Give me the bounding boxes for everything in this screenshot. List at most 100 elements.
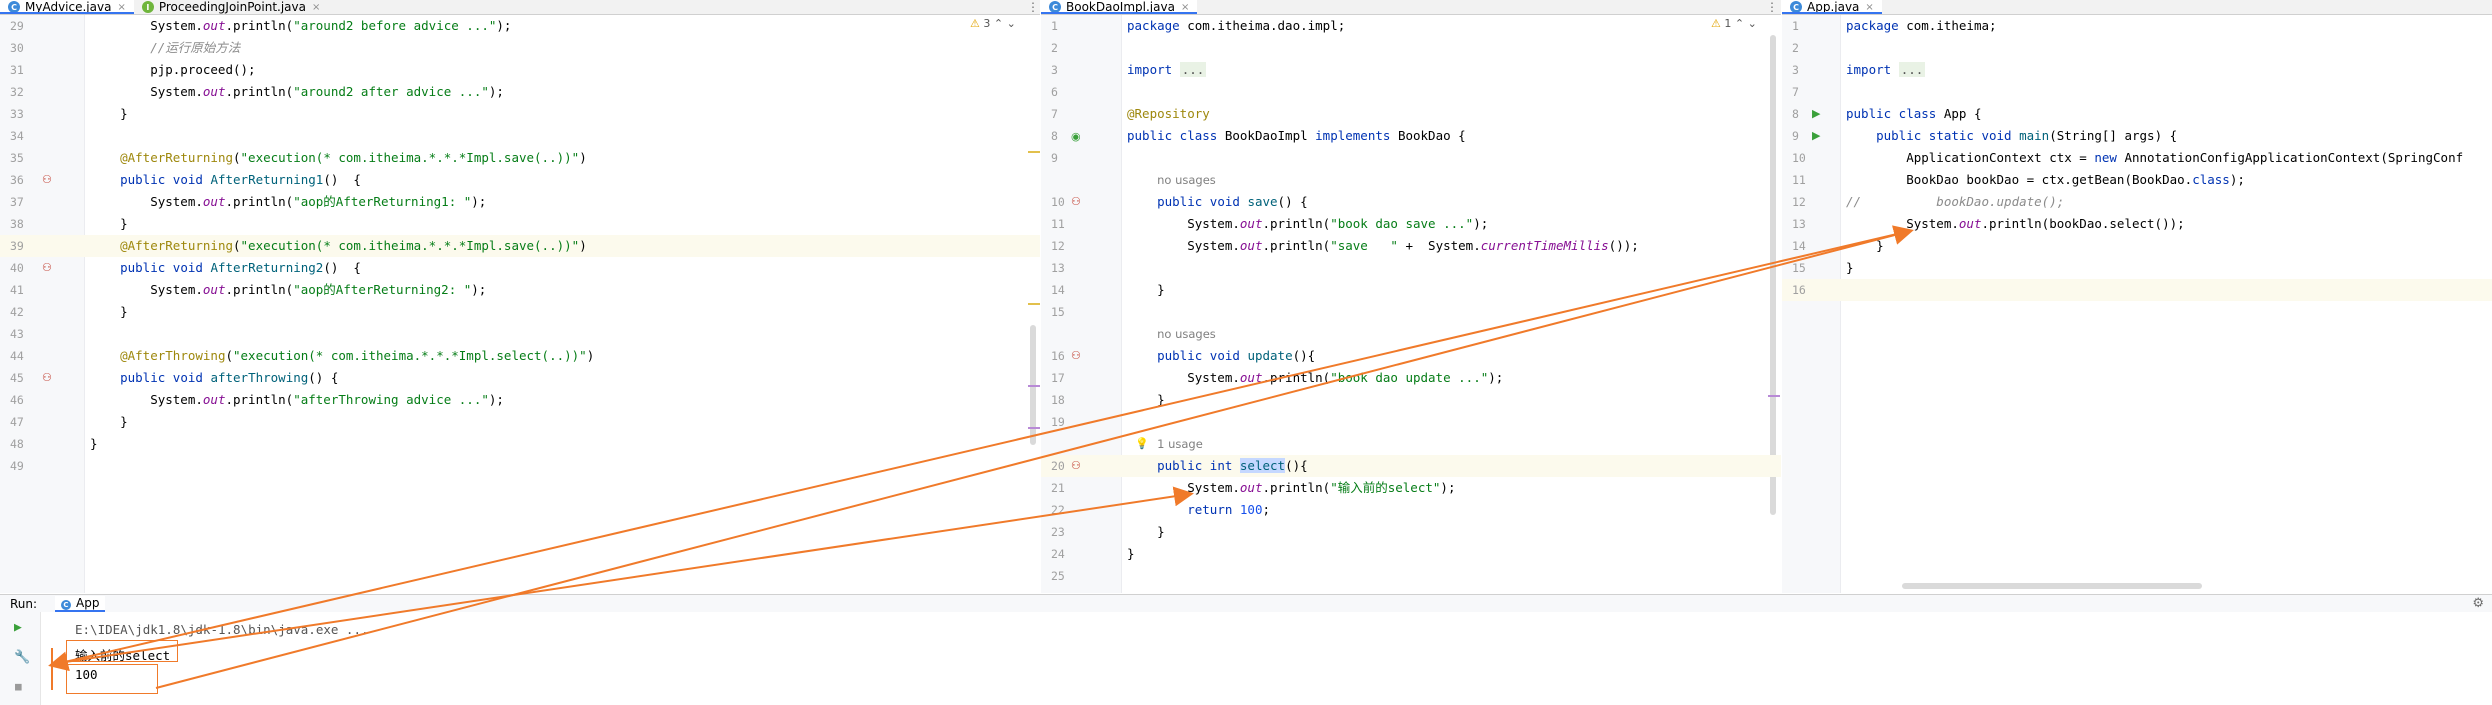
code-line[interactable]: no usages xyxy=(1041,169,1781,191)
line-number: 43 xyxy=(10,327,24,341)
code-line[interactable]: 10 public void save() { xyxy=(1041,191,1781,213)
code-line[interactable]: 17 System.out.println("book dao update .… xyxy=(1041,367,1781,389)
aop-advice-icon[interactable]: ⚇ xyxy=(1071,349,1081,362)
code-line[interactable]: 9 public static void main(String[] args)… xyxy=(1782,125,2492,147)
code-line[interactable]: 32 System.out.println("around2 after adv… xyxy=(0,81,1040,103)
code-line[interactable]: 1 package com.itheima; xyxy=(1782,15,2492,37)
code-line[interactable]: 2 xyxy=(1041,37,1781,59)
code-line[interactable]: 34 xyxy=(0,125,1040,147)
aop-advice-icon[interactable]: ⚇ xyxy=(42,371,52,384)
run-gutter-icon[interactable]: ▶ xyxy=(1812,107,1820,120)
code-line[interactable]: 22 return 100; xyxy=(1041,499,1781,521)
code-line[interactable]: 42 } xyxy=(0,301,1040,323)
rerun-icon[interactable]: ▶ xyxy=(14,620,22,635)
code-line[interactable]: 14 } xyxy=(1041,279,1781,301)
code-line[interactable]: 38 } xyxy=(0,213,1040,235)
code-line[interactable]: 11 System.out.println("book dao save ...… xyxy=(1041,213,1781,235)
run-label: Run: xyxy=(10,597,38,611)
code-line[interactable]: 3 import ... xyxy=(1782,59,2492,81)
code-line[interactable]: 33 } xyxy=(0,103,1040,125)
code-line[interactable]: 18 } xyxy=(1041,389,1781,411)
code-line[interactable]: no usages xyxy=(1041,323,1781,345)
code-line[interactable]: 19 xyxy=(1041,411,1781,433)
code-line[interactable]: 49 xyxy=(0,455,1040,477)
run-tab-app[interactable]: C App xyxy=(55,596,106,612)
code-line[interactable]: 9 xyxy=(1041,147,1781,169)
code-line[interactable]: 13 xyxy=(1041,257,1781,279)
line-number: 14 xyxy=(1792,239,1806,253)
code-line[interactable]: 41 System.out.println("aop的AfterReturnin… xyxy=(0,279,1040,301)
class-icon: C xyxy=(1049,1,1061,13)
code-line[interactable]: 47 } xyxy=(0,411,1040,433)
code-text: public void update(){ xyxy=(1157,348,1316,363)
code-line[interactable]: 8 public class App { xyxy=(1782,103,2492,125)
code-line[interactable]: 23 } xyxy=(1041,521,1781,543)
lightbulb-icon[interactable]: 💡 xyxy=(1135,437,1149,450)
annotation-box-select-output xyxy=(66,640,178,662)
aop-advice-icon[interactable]: ⚇ xyxy=(1071,459,1081,472)
line-number: 44 xyxy=(10,349,24,363)
code-line[interactable]: 43 xyxy=(0,323,1040,345)
line-number: 16 xyxy=(1792,283,1806,297)
code-line[interactable]: 46 System.out.println("afterThrowing adv… xyxy=(0,389,1040,411)
code-line[interactable]: 25 xyxy=(1041,565,1781,587)
code-text: public void AfterReturning1() { xyxy=(120,172,361,187)
close-icon[interactable]: × xyxy=(1181,2,1189,13)
code-line[interactable]: 15 xyxy=(1041,301,1781,323)
code-line[interactable]: 35 @AfterReturning("execution(* com.ithe… xyxy=(0,147,1040,169)
code-line[interactable]: 16 xyxy=(1782,279,2492,301)
middle-editor[interactable]: ⚠ 1 ⌃ ⌄ 1 package com.itheima.dao.impl; 2 3… xyxy=(1041,15,1781,593)
code-line[interactable]: 3 import ... xyxy=(1041,59,1781,81)
tab-myadvice-java[interactable]: C MyAdvice.java × xyxy=(0,0,134,14)
more-tabs-icon[interactable]: ⋮ xyxy=(1766,0,1778,14)
code-line[interactable]: 13 System.out.println(bookDao.select()); xyxy=(1782,213,2492,235)
tab-bookdaoimpl-java[interactable]: C BookDaoImpl.java × xyxy=(1041,0,1198,14)
aop-advice-icon[interactable]: ⚇ xyxy=(42,261,52,274)
code-line[interactable]: 10 ApplicationContext ctx = new Annotati… xyxy=(1782,147,2492,169)
code-line[interactable]: 44 @AfterThrowing("execution(* com.ithei… xyxy=(0,345,1040,367)
code-line[interactable]: 12 System.out.println("save " + System.c… xyxy=(1041,235,1781,257)
code-line[interactable]: 48} xyxy=(0,433,1040,455)
wrench-icon[interactable]: 🔧 xyxy=(14,650,30,665)
code-line[interactable]: 7 @Repository xyxy=(1041,103,1781,125)
code-text: return 100; xyxy=(1187,502,1271,517)
code-line[interactable]: 21 System.out.println("输入前的select"); xyxy=(1041,477,1781,499)
close-icon[interactable]: × xyxy=(117,2,125,13)
code-line[interactable]: 15} xyxy=(1782,257,2492,279)
code-line[interactable]: 29 System.out.println("around2 before ad… xyxy=(0,15,1040,37)
code-line[interactable]: 24} xyxy=(1041,543,1781,565)
code-line[interactable]: 1 usage xyxy=(1041,433,1781,455)
code-line[interactable]: 2 xyxy=(1782,37,2492,59)
right-editor[interactable]: 1 package com.itheima; 2 3 import ... 7 8 publi… xyxy=(1782,15,2492,593)
close-icon[interactable]: × xyxy=(312,2,320,13)
code-line[interactable]: 14 } xyxy=(1782,235,2492,257)
code-line[interactable]: 39 @AfterReturning("execution(* com.ithe… xyxy=(0,235,1040,257)
tab-app-java[interactable]: C App.java × xyxy=(1782,0,1882,14)
code-line[interactable]: 37 System.out.println("aop的AfterReturnin… xyxy=(0,191,1040,213)
code-line[interactable]: 8 public class BookDaoImpl implements Boo… xyxy=(1041,125,1781,147)
code-line[interactable]: 36 public void AfterReturning1() { xyxy=(0,169,1040,191)
code-line[interactable]: 1 package com.itheima.dao.impl; xyxy=(1041,15,1781,37)
run-console[interactable]: E:\IDEA\jdk1.8\jdk-1.8\bin\java.exe ... … xyxy=(41,612,2492,705)
run-gutter-icon[interactable]: ▶ xyxy=(1812,129,1820,142)
spring-bean-icon[interactable]: ◉ xyxy=(1071,130,1081,143)
tab-proceedingjoinpoint-java[interactable]: I ProceedingJoinPoint.java × xyxy=(134,0,329,14)
code-line[interactable]: 31 pjp.proceed(); xyxy=(0,59,1040,81)
settings-gear-icon[interactable]: ⚙ xyxy=(2472,596,2484,611)
more-tabs-icon[interactable]: ⋮ xyxy=(1027,0,1039,14)
left-editor[interactable]: ⚠ 3 ⌃ ⌄ 29 System.out.println("around2 b… xyxy=(0,15,1040,593)
code-line[interactable]: 20 public int select(){ xyxy=(1041,455,1781,477)
code-line[interactable]: 7 xyxy=(1782,81,2492,103)
aop-advice-icon[interactable]: ⚇ xyxy=(42,173,52,186)
horizontal-scrollbar[interactable] xyxy=(1902,583,2202,589)
stop-icon[interactable]: ■ xyxy=(15,680,22,693)
code-line[interactable]: 30 //运行原始方法 xyxy=(0,37,1040,59)
aop-advice-icon[interactable]: ⚇ xyxy=(1071,195,1081,208)
code-line[interactable]: 45 public void afterThrowing() { xyxy=(0,367,1040,389)
code-line[interactable]: 11 BookDao bookDao = ctx.getBean(BookDao… xyxy=(1782,169,2492,191)
close-icon[interactable]: × xyxy=(1865,2,1873,13)
code-line[interactable]: 6 xyxy=(1041,81,1781,103)
code-line[interactable]: 40 public void AfterReturning2() { xyxy=(0,257,1040,279)
code-line[interactable]: 12 // bookDao.update(); xyxy=(1782,191,2492,213)
code-line[interactable]: 16 public void update(){ xyxy=(1041,345,1781,367)
